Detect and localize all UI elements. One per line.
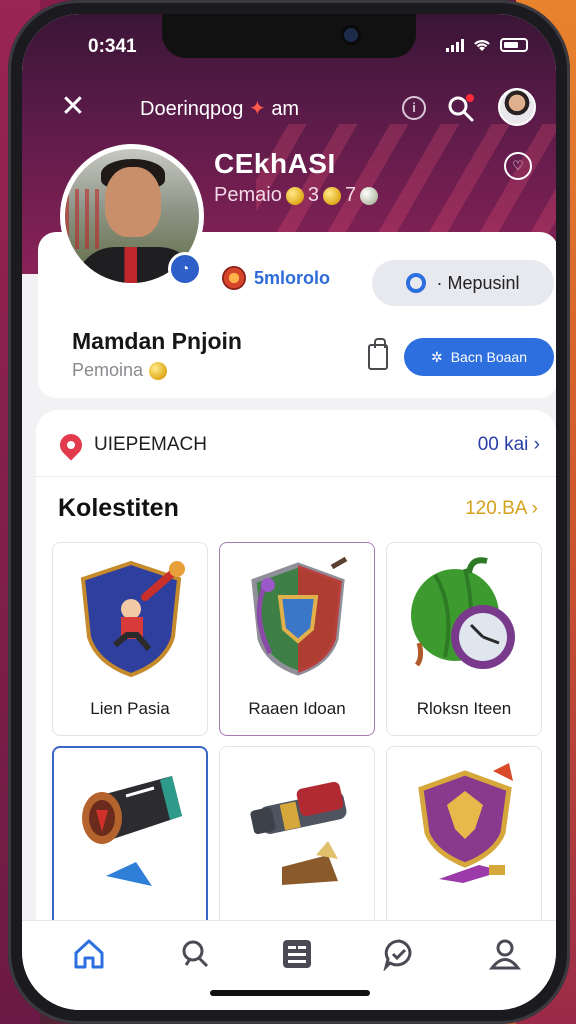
profile-sub-label: Pemaio xyxy=(214,184,282,206)
profile-icon[interactable] xyxy=(488,937,522,971)
home-icon[interactable] xyxy=(72,937,106,971)
profile-sub-value: 3 xyxy=(307,184,319,206)
camera-icon xyxy=(344,28,358,42)
user-avatar[interactable] xyxy=(498,88,536,126)
notification-badge xyxy=(466,94,474,102)
card-role-text: Pemoina xyxy=(72,360,144,380)
collection-item[interactable] xyxy=(386,746,542,946)
notch xyxy=(162,14,416,58)
horn-cannon-icon xyxy=(82,776,182,886)
status-time: 0:341 xyxy=(88,36,137,57)
location-pin-icon xyxy=(55,429,87,461)
signal-icon xyxy=(446,38,464,52)
tube-bazooka-icon xyxy=(250,781,347,885)
collection-item-label: Lien Pasia xyxy=(90,699,170,718)
coin-icon xyxy=(285,186,304,205)
primary-button[interactable]: ✲ Bacn Boaan xyxy=(404,338,554,376)
location-link[interactable]: 00 kai › xyxy=(478,434,540,456)
header-title: Doerinqpog ✦ am xyxy=(140,96,299,121)
card-role: Pemoina xyxy=(72,360,168,381)
main-content-card: UIEPEMACH 00 kai › Kolestiten 120.BA › L… xyxy=(36,410,556,950)
search-icon[interactable] xyxy=(446,94,476,124)
silver-coin-icon xyxy=(360,186,379,205)
card-name: Mamdan Pnjoin xyxy=(72,328,242,354)
heart-icon[interactable]: ♡ xyxy=(504,152,532,180)
purple-shield-icon xyxy=(418,763,513,883)
app-screen: 0:341 ✕ Doerinqpog ✦ am i CEkhASI Pemaio… xyxy=(22,14,556,1010)
wifi-icon xyxy=(474,40,490,51)
collection-item[interactable] xyxy=(52,746,208,946)
location-label: UIEPEMACH xyxy=(94,434,207,455)
status-icons xyxy=(446,38,528,52)
secondary-button[interactable]: · Mepusinl xyxy=(372,260,554,306)
collection-item[interactable]: Raaen Idoan xyxy=(219,542,375,736)
collection-item-label: Raaen Idoan xyxy=(248,699,346,718)
medal-icon xyxy=(222,266,246,290)
clock-orb-icon xyxy=(411,557,515,669)
section-link[interactable]: 120.BA › xyxy=(465,498,538,520)
header-title-suffix: am xyxy=(271,98,300,120)
section-title: Kolestiten xyxy=(58,494,179,522)
home-indicator[interactable] xyxy=(210,990,370,996)
battery-icon xyxy=(500,38,528,52)
header-dot: ✦ xyxy=(248,98,266,120)
close-icon[interactable]: ✕ xyxy=(58,92,88,122)
collection-item-label: Rloksn Iteen xyxy=(416,699,512,718)
collection-item[interactable]: Lien Pasia xyxy=(52,542,208,736)
primary-button-label: Bacn Boaan xyxy=(450,349,528,365)
bag-icon[interactable] xyxy=(368,338,388,370)
sparkle-icon: ✲ xyxy=(430,348,443,365)
app-header: ✕ Doerinqpog ✦ am i xyxy=(22,80,556,134)
profile-subtitle: Pemaio 3 7 xyxy=(214,184,379,207)
collection-item[interactable] xyxy=(219,746,375,946)
ring-icon xyxy=(406,273,427,293)
header-title-text: Doerinqpog xyxy=(140,98,244,120)
location-row[interactable]: UIEPEMACH 00 kai › xyxy=(55,429,540,461)
profile-sub-value-2: 7 xyxy=(344,184,357,206)
list-icon[interactable] xyxy=(280,937,314,971)
phone-frame: 0:341 ✕ Doerinqpog ✦ am i CEkhASI Pemaio… xyxy=(8,0,570,1024)
chat-icon[interactable] xyxy=(382,937,416,971)
green-shield-icon xyxy=(251,557,348,676)
secondary-button-label: · Mepusinl xyxy=(436,272,520,293)
stat-label: 5mlorolo xyxy=(254,267,331,288)
blue-shield-icon xyxy=(80,560,185,678)
info-icon[interactable]: i xyxy=(402,96,426,120)
coin-icon xyxy=(149,361,168,380)
profile-display-name: CEkhASI xyxy=(214,148,336,179)
divider xyxy=(36,476,556,477)
stat-chip[interactable]: 5mlorolo xyxy=(222,266,330,290)
bottom-navigation xyxy=(22,920,556,1010)
search-icon[interactable] xyxy=(178,937,212,971)
coin-icon xyxy=(322,186,341,205)
collection-item[interactable]: Rloksn Iteen xyxy=(386,542,542,736)
verified-badge-icon: ◔ xyxy=(168,252,202,286)
